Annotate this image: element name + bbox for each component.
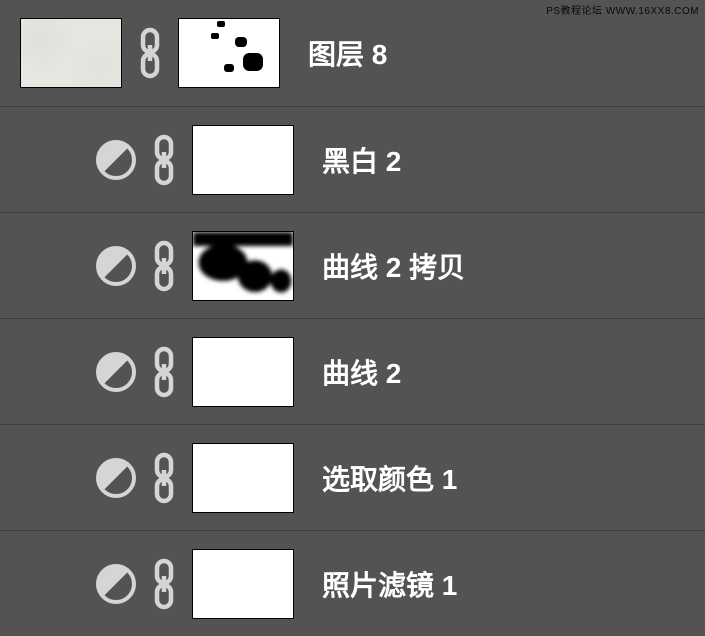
layers-panel: 图层 8 黑白 2 曲线 2 拷贝 曲线 2 选取颜色 1	[0, 0, 705, 636]
layer-name-label[interactable]: 曲线 2	[322, 352, 401, 392]
link-icon[interactable]	[136, 27, 164, 79]
link-icon[interactable]	[150, 452, 178, 504]
layer-name-label[interactable]: 照片滤镜 1	[322, 564, 457, 604]
layer-row[interactable]: 选取颜色 1	[0, 424, 705, 530]
layer-mask-thumbnail[interactable]	[192, 125, 294, 195]
watermark-text: PS教程论坛 WWW.16XX8.COM	[546, 2, 699, 17]
adjustment-layer-icon[interactable]	[96, 564, 136, 604]
adjustment-layer-icon[interactable]	[96, 246, 136, 286]
layer-name-label[interactable]: 黑白 2	[322, 140, 401, 180]
layer-thumbnail[interactable]	[20, 18, 122, 88]
layer-mask-thumbnail[interactable]	[192, 443, 294, 513]
layer-mask-thumbnail[interactable]	[192, 337, 294, 407]
adjustment-layer-icon[interactable]	[96, 352, 136, 392]
link-icon[interactable]	[150, 346, 178, 398]
layer-mask-thumbnail[interactable]	[192, 231, 294, 301]
link-icon[interactable]	[150, 558, 178, 610]
layer-row[interactable]: 曲线 2 拷贝	[0, 212, 705, 318]
adjustment-layer-icon[interactable]	[96, 140, 136, 180]
link-icon[interactable]	[150, 134, 178, 186]
link-icon[interactable]	[150, 240, 178, 292]
adjustment-layer-icon[interactable]	[96, 458, 136, 498]
layer-name-label[interactable]: 选取颜色 1	[322, 458, 457, 498]
layer-row[interactable]: 照片滤镜 1	[0, 530, 705, 636]
layer-row[interactable]: 黑白 2	[0, 106, 705, 212]
layer-mask-thumbnail[interactable]	[178, 18, 280, 88]
layer-mask-thumbnail[interactable]	[192, 549, 294, 619]
layer-name-label[interactable]: 图层 8	[308, 33, 387, 73]
layer-name-label[interactable]: 曲线 2 拷贝	[322, 246, 465, 286]
layer-row[interactable]: 曲线 2	[0, 318, 705, 424]
